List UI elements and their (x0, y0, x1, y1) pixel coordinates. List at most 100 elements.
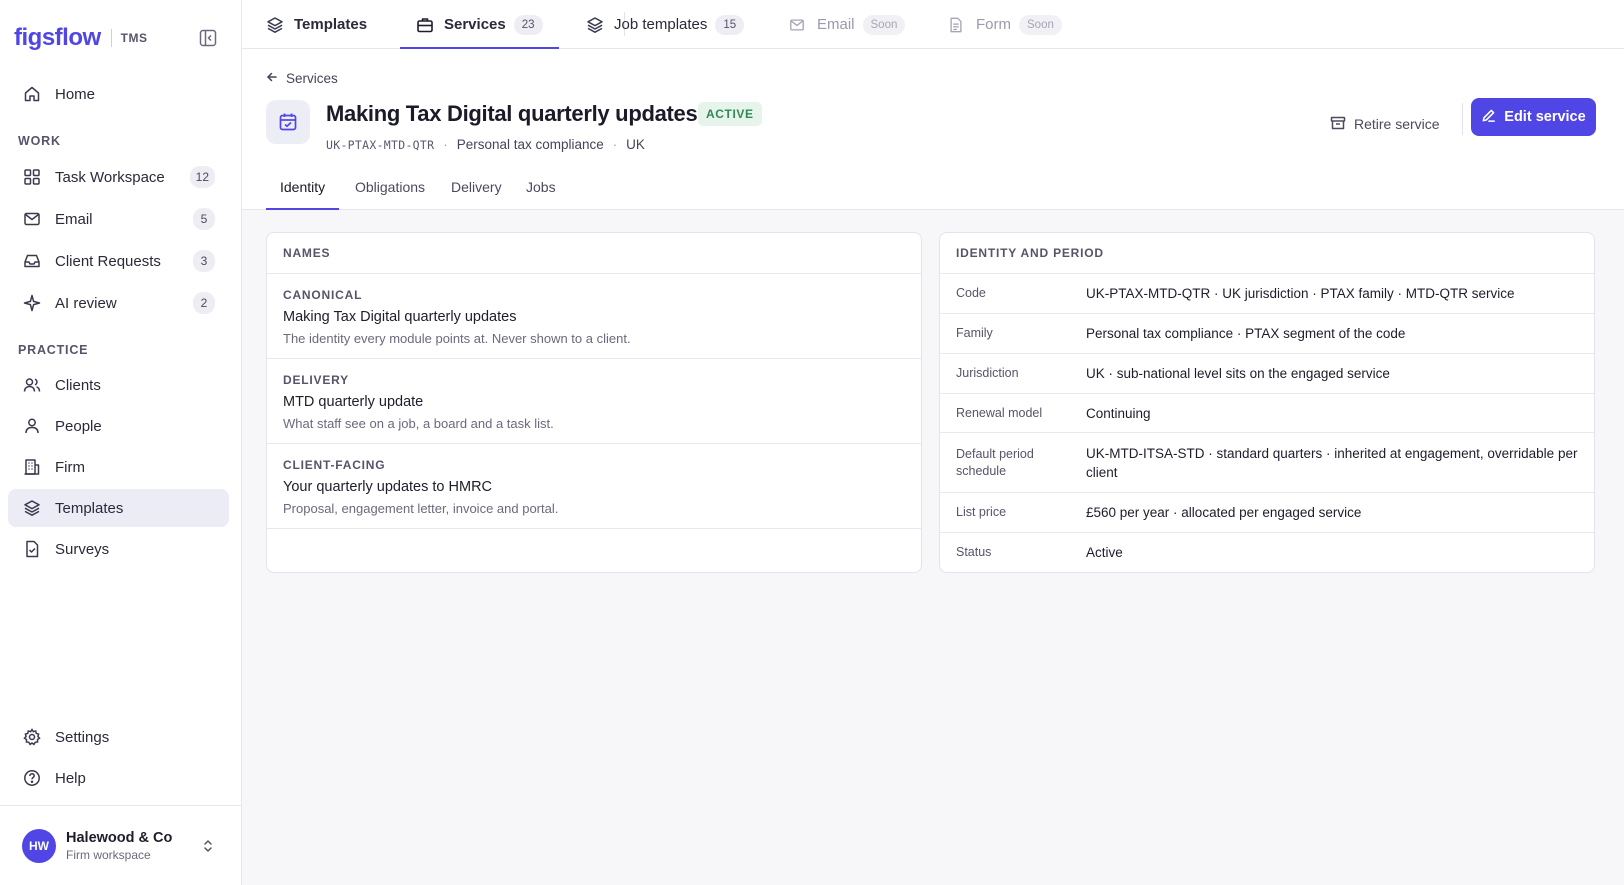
count-badge: 5 (193, 208, 215, 230)
sidebar-item-label: AI review (55, 294, 117, 312)
user-icon (23, 417, 41, 435)
tab-job-templates[interactable]: Job templates 15 (586, 0, 745, 49)
tab-label: Templates (294, 16, 368, 33)
briefcase-icon (416, 16, 434, 34)
figsflow-logo[interactable]: figsflow (14, 24, 101, 52)
name-description: What staff see on a job, a board and a t… (283, 416, 554, 431)
sidebar-item-task-workspace[interactable]: Task Workspace 12 (8, 158, 229, 196)
detail-key: Jurisdiction (956, 366, 1019, 380)
inbox-icon (23, 252, 41, 270)
detail-row-default-period-schedule: Default period schedule UK-MTD-ITSA-STD … (940, 433, 1594, 493)
name-caption: CANONICAL (283, 288, 363, 302)
sidebar-item-home[interactable]: Home (8, 75, 229, 113)
detail-row-code: Code UK-PTAX-MTD-QTR · UK jurisdiction ·… (940, 274, 1594, 314)
soon-badge: Soon (862, 14, 906, 35)
tab-obligations[interactable]: Obligations (341, 164, 439, 210)
workspace-switcher[interactable]: HW Halewood & Co Firm workspace (0, 805, 242, 885)
name-value: MTD quarterly update (283, 394, 424, 410)
name-description: The identity every module points at. Nev… (283, 331, 631, 346)
sidebar-item-label: Templates (55, 499, 124, 517)
tab-templates[interactable]: Templates (266, 0, 367, 49)
sidebar-collapse-icon[interactable] (198, 28, 218, 48)
calendar-icon (266, 100, 310, 144)
brand[interactable]: figsflow TMS (14, 22, 148, 54)
workspace-name: Halewood & Co (66, 829, 173, 846)
detail-key: Default period schedule (956, 446, 1034, 478)
name-value: Your quarterly updates to HMRC (283, 479, 493, 495)
main-content: Services Making Tax Digital quarterly up… (242, 49, 1624, 885)
sidebar-item-label: Help (55, 769, 86, 787)
sidebar: figsflow TMS Home WORK Task Workspace 12… (0, 0, 242, 885)
back-link[interactable]: Services (266, 70, 338, 86)
count-badge: 12 (189, 166, 215, 188)
file-check-icon (23, 540, 41, 558)
chevron-up-down-icon (200, 838, 216, 854)
form-icon (948, 16, 966, 34)
workspace-subtitle: Firm workspace (66, 847, 151, 862)
tab-identity[interactable]: Identity (266, 164, 340, 210)
retire-service-button[interactable]: Retire service (1330, 109, 1440, 139)
identity-period-card: IDENTITY AND PERIOD Code UK-PTAX-MTD-QTR… (939, 232, 1595, 573)
sidebar-item-help[interactable]: Help (8, 759, 229, 797)
sidebar-item-label: Task Workspace (55, 168, 165, 186)
retire-service-label: Retire service (1354, 116, 1440, 132)
section-work: WORK (18, 134, 61, 148)
detail-key: Status (956, 545, 992, 559)
card-title: NAMES (267, 233, 921, 274)
users-icon (23, 376, 41, 394)
pencil-icon (1481, 108, 1496, 126)
meta-separator: · (612, 137, 618, 152)
top-tabs: Templates Services 23 Job templates 15 E… (242, 0, 1624, 49)
sidebar-item-label: Email (55, 210, 93, 228)
service-meta: UK-PTAX-MTD-QTR · Personal tax complianc… (326, 137, 645, 152)
tab-delivery[interactable]: Delivery (437, 164, 516, 210)
service-jurisdiction: UK (626, 137, 645, 152)
sidebar-item-label: Client Requests (55, 252, 161, 270)
sidebar-item-email[interactable]: Email 5 (8, 200, 229, 238)
name-caption: CLIENT-FACING (283, 458, 386, 472)
building-icon (23, 458, 41, 476)
detail-row-renewal-model: Renewal model Continuing (940, 394, 1594, 433)
tab-label: Form (976, 16, 1011, 33)
mail-icon (23, 210, 41, 228)
edit-service-button[interactable]: Edit service (1471, 98, 1596, 136)
sidebar-item-client-requests[interactable]: Client Requests 3 (8, 242, 229, 280)
tab-jobs[interactable]: Jobs (512, 164, 570, 210)
sidebar-item-firm[interactable]: Firm (8, 448, 229, 486)
count-badge: 23 (513, 14, 543, 35)
detail-value: UK-PTAX-MTD-QTR · UK jurisdiction · PTAX… (1086, 286, 1515, 301)
grid-icon (23, 168, 41, 186)
detail-value: UK-MTD-ITSA-STD · standard quarters · in… (1086, 445, 1578, 480)
action-divider (1462, 103, 1463, 135)
sidebar-item-label: Surveys (55, 540, 110, 558)
tab-email: Email Soon (789, 0, 906, 49)
sidebar-item-settings[interactable]: Settings (8, 718, 229, 756)
name-caption: DELIVERY (283, 373, 349, 387)
archive-icon (1330, 115, 1346, 134)
tab-services[interactable]: Services 23 (400, 0, 559, 49)
tab-label: Services (444, 16, 506, 33)
sidebar-item-templates[interactable]: Templates (8, 489, 229, 527)
sidebar-item-ai-review[interactable]: AI review 2 (8, 284, 229, 322)
page-title: Making Tax Digital quarterly updates (326, 101, 698, 126)
count-badge: 2 (193, 292, 215, 314)
sidebar-item-label: Settings (55, 728, 110, 746)
sidebar-item-label: Firm (55, 458, 85, 476)
mail-icon (789, 16, 807, 34)
sidebar-item-label: Clients (55, 376, 101, 394)
service-code: UK-PTAX-MTD-QTR (326, 137, 435, 152)
detail-value: UK · sub-national level sits on the enga… (1086, 366, 1390, 381)
sidebar-item-surveys[interactable]: Surveys (8, 530, 229, 568)
card-title: IDENTITY AND PERIOD (940, 233, 1594, 274)
meta-separator: · (443, 137, 448, 152)
sidebar-item-clients[interactable]: Clients (8, 366, 229, 404)
sidebar-item-people[interactable]: People (8, 407, 229, 445)
gear-icon (23, 728, 41, 746)
name-description: Proposal, engagement letter, invoice and… (283, 501, 559, 516)
service-family: Personal tax compliance (456, 137, 604, 152)
help-icon (23, 769, 41, 787)
soon-badge: Soon (1019, 14, 1062, 35)
detail-value: £560 per year · allocated per engaged se… (1086, 505, 1362, 520)
detail-value: Active (1086, 545, 1123, 560)
detail-row-jurisdiction: Jurisdiction UK · sub-national level sit… (940, 354, 1594, 394)
